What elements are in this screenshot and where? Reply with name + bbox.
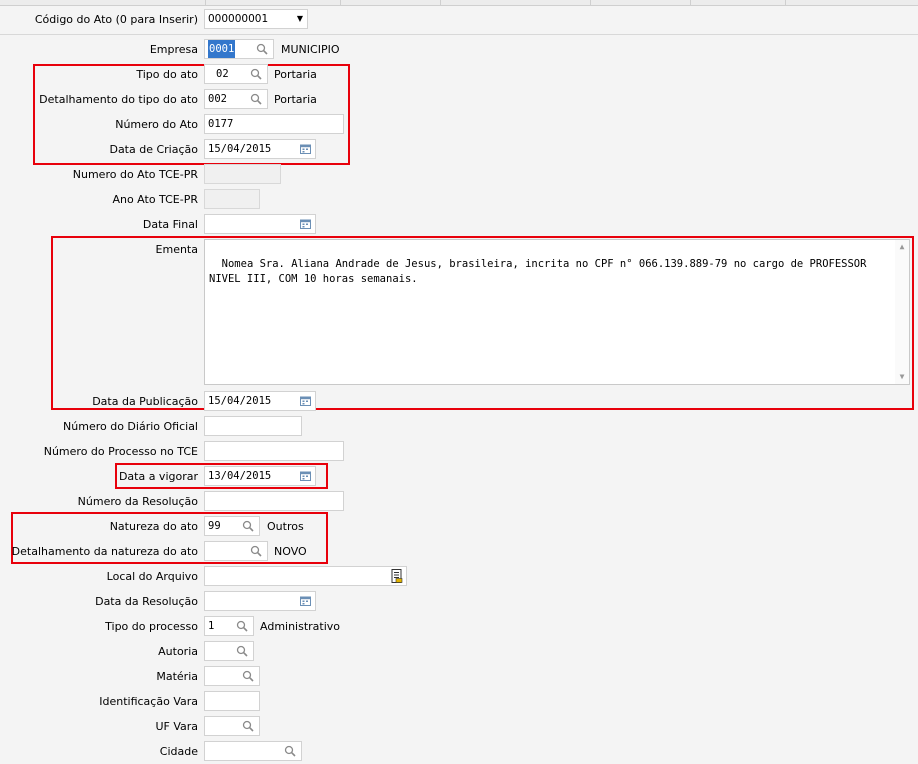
data-criacao-label: Data de Criação [109,143,198,156]
magnifier-icon[interactable] [233,617,251,635]
data-resolucao-input[interactable] [204,591,316,611]
data-criacao-value: 15/04/2015 [208,143,272,155]
tipo-ato-code-input[interactable]: 02 [204,64,268,84]
detalhamento-natureza-description: NOVO [274,545,307,558]
materia-label: Matéria [156,670,198,683]
empresa-code-value: 0001 [208,40,236,58]
ano-tce-input [204,189,260,209]
autoria-input[interactable] [204,641,254,661]
uf-vara-input[interactable] [204,716,260,736]
empresa-code-input[interactable]: 0001 [204,39,274,59]
file-browse-icon[interactable] [388,567,406,585]
numero-diario-label: Número do Diário Oficial [63,420,198,433]
natureza-ato-code-value: 99 [208,520,221,532]
data-resolucao-label: Data da Resolução [95,595,198,608]
magnifier-icon[interactable] [253,40,271,58]
tipo-processo-description: Administrativo [260,620,341,633]
codigo-ato-label: Código do Ato (0 para Inserir) [34,13,198,26]
natureza-ato-description: Outros [267,520,304,533]
codigo-ato-combo[interactable]: 000000001 ▼ [204,9,308,29]
local-arquivo-label: Local do Arquivo [106,570,198,583]
magnifier-icon[interactable] [233,642,251,660]
data-vigorar-value: 13/04/2015 [208,470,272,482]
numero-tce-label: Numero do Ato TCE-PR [72,168,198,181]
tipo-ato-label: Tipo do ato [136,68,198,81]
calendar-icon[interactable] [296,215,314,233]
detalhamento-tipo-code-input[interactable]: 002 [204,89,268,109]
local-arquivo-input[interactable] [204,566,407,586]
magnifier-icon[interactable] [239,717,257,735]
identificacao-vara-input[interactable] [204,691,260,711]
scroll-down-icon[interactable]: ▼ [895,372,909,382]
magnifier-icon[interactable] [239,667,257,685]
scroll-up-icon[interactable]: ▲ [895,242,909,252]
top-tab-strip [0,0,918,6]
numero-processo-tce-label: Número do Processo no TCE [43,445,198,458]
tipo-processo-code-value: 1 [208,620,215,632]
calendar-icon[interactable] [296,140,314,158]
data-publicacao-label: Data da Publicação [92,395,198,408]
magnifier-icon[interactable] [247,90,265,108]
magnifier-icon[interactable] [247,65,265,83]
magnifier-icon[interactable] [281,742,299,760]
tipo-processo-code-input[interactable]: 1 [204,616,254,636]
ano-tce-label: Ano Ato TCE-PR [112,193,198,206]
numero-ato-value: 0177 [208,118,234,130]
ementa-textarea[interactable]: Nomea Sra. Aliana Andrade de Jesus, bras… [204,239,910,385]
autoria-label: Autoria [158,645,198,658]
ementa-text: Nomea Sra. Aliana Andrade de Jesus, bras… [209,258,873,285]
numero-tce-input [204,164,281,184]
ementa-label: Ementa [155,243,198,256]
data-criacao-input[interactable]: 15/04/2015 [204,139,316,159]
empresa-label: Empresa [149,43,198,56]
magnifier-icon[interactable] [239,517,257,535]
materia-input[interactable] [204,666,260,686]
tab-divider [785,0,786,6]
cidade-label: Cidade [159,745,198,758]
detalhamento-natureza-code-input[interactable] [204,541,268,561]
natureza-ato-code-input[interactable]: 99 [204,516,260,536]
header-separator [0,34,918,35]
cidade-input[interactable] [204,741,302,761]
natureza-ato-label: Natureza do ato [109,520,198,533]
detalhamento-tipo-label: Detalhamento do tipo do ato [39,93,198,106]
identificacao-vara-label: Identificação Vara [99,695,198,708]
calendar-icon[interactable] [296,592,314,610]
tab-divider [340,0,341,6]
magnifier-icon[interactable] [247,542,265,560]
empresa-description: MUNICIPIO [281,43,340,56]
data-publicacao-input[interactable]: 15/04/2015 [204,391,316,411]
data-final-input[interactable] [204,214,316,234]
tab-divider [440,0,441,6]
data-vigorar-input[interactable]: 13/04/2015 [204,466,316,486]
numero-diario-input[interactable] [204,416,302,436]
tab-divider [690,0,691,6]
data-final-label: Data Final [142,218,198,231]
calendar-icon[interactable] [296,392,314,410]
data-publicacao-value: 15/04/2015 [208,395,272,407]
calendar-icon[interactable] [296,467,314,485]
detalhamento-tipo-description: Portaria [274,93,317,106]
dropdown-arrow-icon[interactable]: ▼ [297,10,303,28]
numero-ato-input[interactable]: 0177 [204,114,344,134]
numero-processo-tce-input[interactable] [204,441,344,461]
data-vigorar-label: Data a vigorar [118,470,198,483]
codigo-ato-value: 000000001 [208,13,269,25]
numero-ato-label: Número do Ato [115,118,198,131]
tipo-ato-description: Portaria [274,68,317,81]
tipo-ato-code-value: 02 [216,68,229,80]
ementa-scrollbar[interactable]: ▲ ▼ [895,240,909,384]
uf-vara-label: UF Vara [155,720,198,733]
tab-divider [205,0,206,6]
detalhamento-tipo-code-value: 002 [208,93,227,105]
tab-divider [590,0,591,6]
numero-resolucao-label: Número da Resolução [77,495,198,508]
tipo-processo-label: Tipo do processo [105,620,198,633]
detalhamento-natureza-label: Detalhamento da natureza do ato [11,545,198,558]
numero-resolucao-input[interactable] [204,491,344,511]
